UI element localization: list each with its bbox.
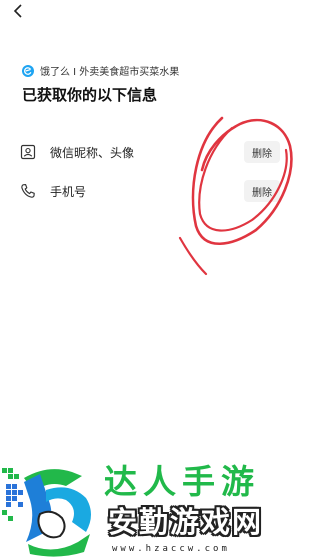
site-logo-icon bbox=[2, 468, 91, 557]
watermark-top-text: 达人手游 bbox=[104, 464, 260, 500]
delete-profile-button[interactable]: 删除 bbox=[244, 141, 280, 163]
watermark-brand: 安勤游戏网 bbox=[108, 505, 264, 539]
page-title: 已获取你的以下信息 bbox=[22, 86, 158, 104]
back-button[interactable] bbox=[8, 0, 28, 22]
permission-row-profile: 微信昵称、头像 删除 bbox=[18, 138, 280, 166]
delete-phone-button[interactable]: 删除 bbox=[244, 180, 280, 202]
eleme-logo-icon bbox=[22, 64, 34, 77]
permission-row-phone: 手机号 删除 bbox=[18, 177, 280, 205]
app-info: 饿了么 I 外卖美食超市买菜水果 bbox=[22, 63, 179, 78]
app-name: 饿了么 I 外卖美食超市买菜水果 bbox=[40, 67, 180, 78]
chevron-left-icon bbox=[13, 4, 22, 18]
permission-label-phone: 手机号 bbox=[50, 184, 87, 199]
permission-label-profile: 微信昵称、头像 bbox=[50, 145, 135, 160]
phone-icon bbox=[18, 181, 38, 201]
watermark-url: www.hzaccw.com bbox=[112, 544, 230, 554]
watermark: 达人手游 安勤游戏网 www.hzaccw.com bbox=[0, 452, 300, 557]
id-card-icon bbox=[18, 142, 38, 162]
